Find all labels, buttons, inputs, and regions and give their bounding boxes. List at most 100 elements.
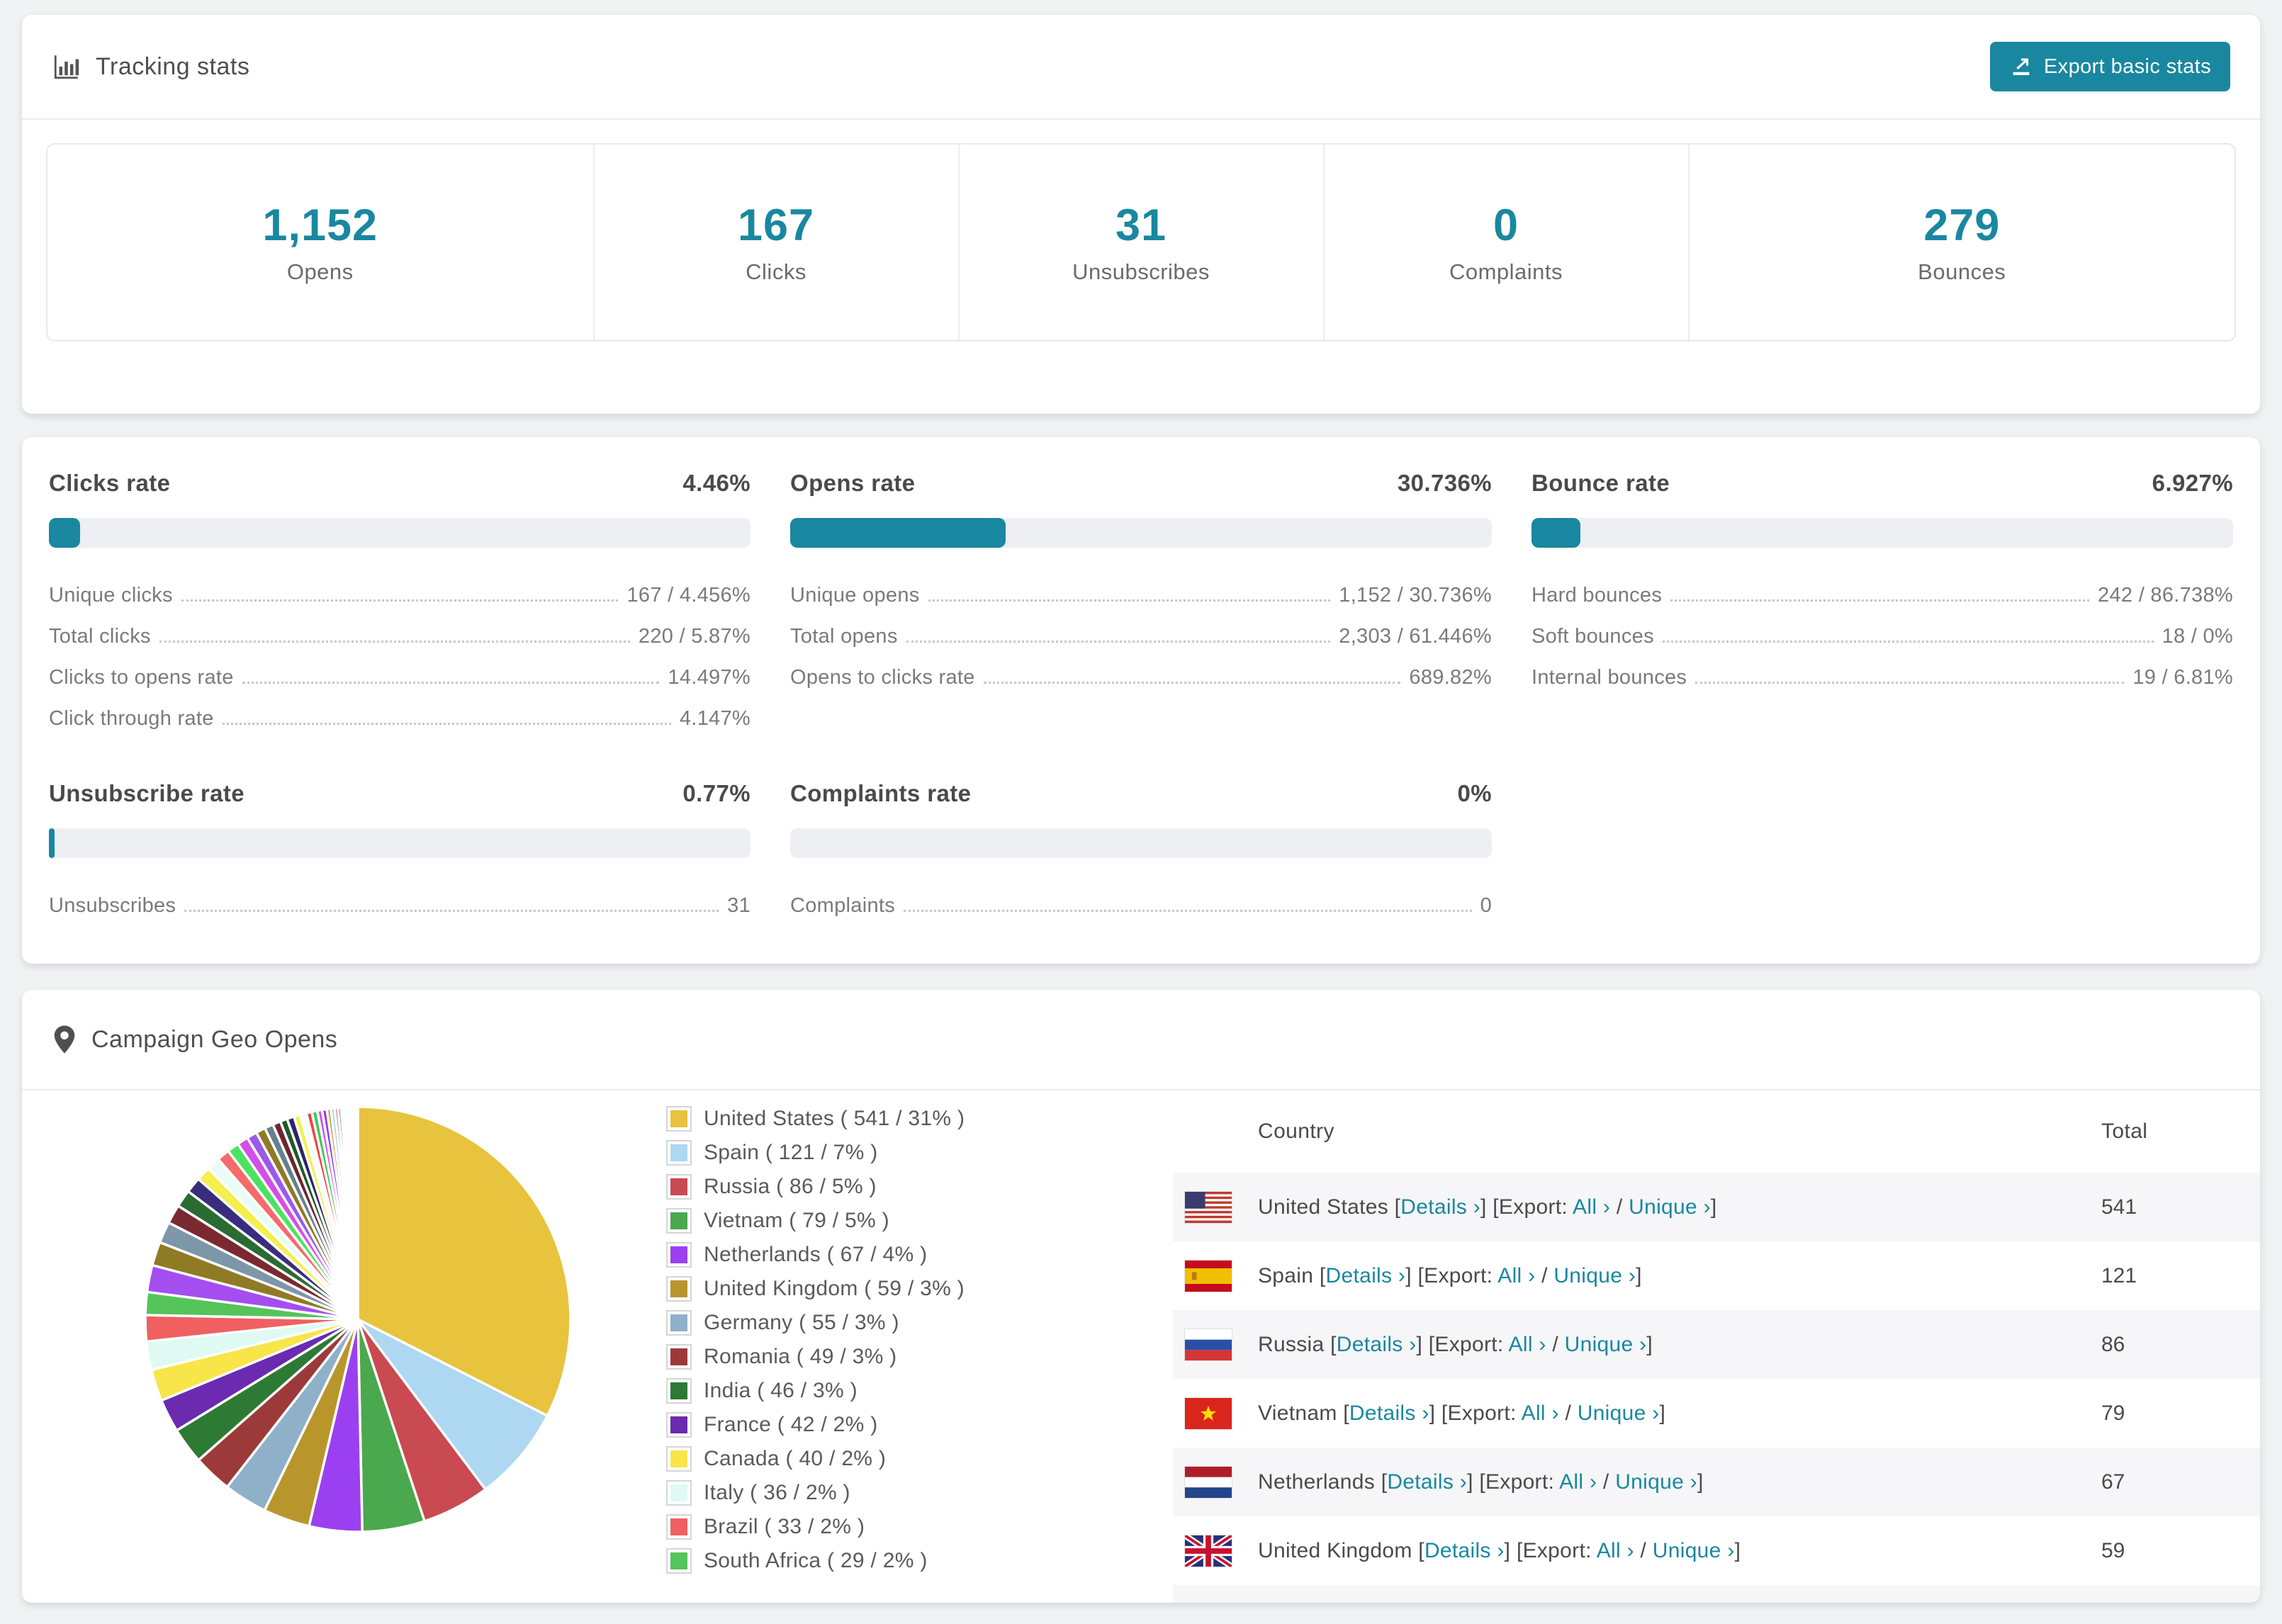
stat-box-unsubscribes: 31 Unsubscribes: [957, 145, 1323, 340]
dotted-leader: [983, 682, 1401, 684]
stat-label: Unsubscribes: [1072, 259, 1210, 284]
dotted-leader: [159, 641, 630, 643]
country-cell-text: /: [1546, 1332, 1565, 1356]
rate-row: Clicks to opens rate 14.497%: [49, 648, 751, 689]
export-all-link[interactable]: All ›: [1522, 1402, 1559, 1425]
legend-label: Germany ( 55 / 3% ): [704, 1311, 899, 1334]
legend-item: South Africa ( 29 / 2% ): [666, 1548, 965, 1574]
geo-table-header: Country Total: [1173, 1090, 2260, 1173]
gb-flag-icon: [1185, 1535, 1232, 1567]
legend-swatch: [666, 1174, 692, 1200]
details-link[interactable]: Details ›: [1400, 1195, 1480, 1219]
tracking-stats-header: Tracking stats Export basic stats: [22, 15, 2260, 118]
country-cell-text: Russia [: [1258, 1332, 1337, 1356]
rate-row: Hard bounces 242 / 86.738%: [1531, 566, 2233, 607]
geo-table-row: United Kingdom [Details ›] [Export: All …: [1173, 1516, 2260, 1585]
export-all-link[interactable]: All ›: [1573, 1195, 1610, 1219]
pie-legend: United States ( 541 / 31% ) Spain ( 121 /…: [666, 1106, 965, 1582]
export-all-link[interactable]: All ›: [1597, 1539, 1634, 1562]
legend-label: United Kingdom ( 59 / 3% ): [704, 1277, 965, 1300]
export-unique-link[interactable]: Unique ›: [1615, 1470, 1697, 1494]
rate-row-label: Total clicks: [49, 625, 151, 648]
legend-label: India ( 46 / 3% ): [704, 1379, 858, 1402]
rate-row-value: 0: [1480, 894, 1492, 917]
country-cell-text: ] [Export:: [1467, 1470, 1560, 1494]
rate-progress-track: [49, 518, 751, 548]
country-cell-text: United States [: [1258, 1195, 1401, 1219]
legend-item: United States ( 541 / 31% ): [666, 1106, 965, 1132]
country-cell-text: /: [1597, 1470, 1616, 1494]
dotted-leader: [1670, 599, 2090, 602]
legend-item: France ( 42 / 2% ): [666, 1412, 965, 1438]
legend-item: Netherlands ( 67 / 4% ): [666, 1242, 965, 1268]
export-all-link[interactable]: All ›: [1497, 1264, 1535, 1287]
rate-row-value: 14.497%: [668, 666, 751, 689]
export-unique-link[interactable]: Unique ›: [1565, 1333, 1647, 1356]
export-button-label: Export basic stats: [2043, 55, 2211, 78]
country-cell-text: Spain [: [1258, 1263, 1326, 1287]
country-cell-text: ]: [1646, 1332, 1653, 1356]
details-link[interactable]: Details ›: [1349, 1402, 1429, 1425]
rate-progress-fill: [1531, 518, 1580, 548]
country-cell: Netherlands [Details ›] [Export: All › /…: [1258, 1470, 1704, 1494]
legend-label: Spain ( 121 / 7% ): [704, 1141, 878, 1164]
rate-rows: Unique clicks 167 / 4.456% Total clicks 220…: [49, 566, 751, 731]
details-link[interactable]: Details ›: [1326, 1264, 1406, 1287]
us-flag-icon: [1185, 1191, 1232, 1223]
rate-progress-track: [49, 828, 751, 858]
rate-progress-track: [790, 518, 1492, 548]
legend-swatch: [666, 1412, 692, 1438]
export-all-link[interactable]: All ›: [1509, 1333, 1546, 1356]
dotted-leader: [181, 599, 619, 602]
country-cell-text: ]: [1710, 1195, 1717, 1219]
rate-title: Clicks rate: [49, 470, 171, 496]
rate-row-label: Total opens: [790, 625, 898, 648]
details-link[interactable]: Details ›: [1387, 1470, 1467, 1494]
dotted-leader: [242, 682, 660, 684]
stat-box-complaints: 0 Complaints: [1322, 145, 1688, 340]
details-link[interactable]: Details ›: [1337, 1333, 1417, 1356]
rate-value: 4.46%: [682, 470, 751, 496]
map-pin-icon: [52, 1025, 77, 1054]
legend-swatch: [666, 1514, 692, 1540]
rate-row-value: 19 / 6.81%: [2132, 666, 2233, 689]
rate-head: Bounce rate 6.927%: [1531, 470, 2233, 497]
rate-progress-track: [1531, 518, 2233, 548]
legend-item: Brazil ( 33 / 2% ): [666, 1514, 965, 1540]
country-cell-text: ] [Export:: [1405, 1263, 1498, 1287]
legend-swatch: [666, 1548, 692, 1574]
legend-item: United Kingdom ( 59 / 3% ): [666, 1276, 965, 1302]
rate-row: Unique opens 1,152 / 30.736%: [790, 566, 1492, 607]
legend-label: United States ( 541 / 31% ): [704, 1107, 965, 1130]
geo-table-row: United States [Details ›] [Export: All ›…: [1173, 1173, 2260, 1241]
rate-row-label: Unique opens: [790, 584, 920, 607]
campaign-geo-opens-card: Campaign Geo Opens United States ( 541 /…: [22, 990, 2260, 1603]
legend-swatch: [666, 1480, 692, 1506]
rate-row-label: Complaints: [790, 894, 896, 917]
export-icon: [2009, 55, 2033, 79]
rate-progress-fill: [49, 518, 81, 548]
export-basic-stats-button[interactable]: Export basic stats: [1989, 42, 2230, 91]
export-unique-link[interactable]: Unique ›: [1653, 1539, 1735, 1562]
export-unique-link[interactable]: Unique ›: [1553, 1264, 1636, 1287]
export-unique-link[interactable]: Unique ›: [1629, 1195, 1711, 1219]
geo-opens-table: Country Total United States [Details ›] …: [1173, 1090, 2260, 1603]
rate-title: Bounce rate: [1531, 470, 1670, 496]
total-cell: 541: [2101, 1195, 2137, 1219]
country-cell-text: ]: [1659, 1401, 1666, 1425]
legend-item: Germany ( 55 / 3% ): [666, 1310, 965, 1336]
bar-chart-icon: [52, 52, 82, 81]
country-cell: Spain [Details ›] [Export: All › / Uniqu…: [1258, 1264, 1642, 1288]
export-unique-link[interactable]: Unique ›: [1578, 1402, 1660, 1425]
page-title-text: Tracking stats: [96, 52, 250, 80]
rate-row-value: 4.147%: [679, 707, 751, 730]
rate-row-label: Unsubscribes: [49, 894, 176, 917]
geo-title: Campaign Geo Opens: [52, 1025, 337, 1054]
legend-swatch: [666, 1106, 692, 1132]
geo-opens-pie-chart: [144, 1105, 572, 1533]
details-link[interactable]: Details ›: [1424, 1539, 1505, 1562]
export-all-link[interactable]: All ›: [1559, 1470, 1597, 1494]
geo-table-row: Spain [Details ›] [Export: All › / Uniqu…: [1173, 1241, 2260, 1310]
pie-slice-51[interactable]: [356, 1105, 359, 1321]
legend-item: Russia ( 86 / 5% ): [666, 1174, 965, 1200]
